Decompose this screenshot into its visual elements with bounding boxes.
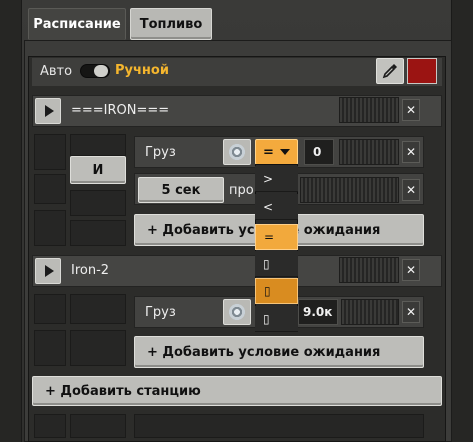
- condition-status-bar: [341, 299, 399, 325]
- dropdown-option-less-equal[interactable]: ▯: [255, 278, 298, 304]
- add-station-button[interactable]: + Добавить станцию: [32, 376, 442, 406]
- condition-status-bar: [300, 177, 399, 203]
- left-edge: [0, 0, 22, 442]
- condition-type-label: Груз: [145, 145, 176, 160]
- slot: [70, 294, 126, 324]
- slot: [70, 414, 126, 438]
- slot: [34, 174, 66, 204]
- iron-plate-icon: [229, 144, 245, 160]
- slot: [70, 220, 126, 246]
- dropdown-option-less[interactable]: <: [255, 194, 298, 220]
- item-selector[interactable]: [223, 139, 251, 165]
- time-button[interactable]: 5 сек: [138, 177, 224, 203]
- chevron-down-icon: [279, 149, 290, 155]
- slot: [70, 330, 126, 366]
- add-wait-condition-button[interactable]: + Добавить условие ожидания: [134, 336, 424, 368]
- slot: [70, 134, 126, 156]
- delete-condition-button[interactable]: ✕: [402, 179, 420, 201]
- toggle-knob: [94, 65, 108, 77]
- go-to-station-button[interactable]: [35, 98, 61, 124]
- dropdown-option-greater[interactable]: >: [255, 166, 298, 192]
- condition-status-bar: [339, 139, 399, 165]
- comparator-value: =: [263, 144, 274, 160]
- station-name: ===IRON===: [71, 103, 170, 118]
- color-swatch-button[interactable]: [407, 58, 437, 84]
- station-status-bar: [339, 97, 399, 123]
- station-name: Iron-2: [71, 263, 110, 278]
- slot: [34, 330, 66, 366]
- tab-schedule[interactable]: Расписание: [28, 8, 126, 40]
- play-icon: [44, 105, 54, 117]
- iron-plate-icon: [229, 304, 245, 320]
- manual-label: Ручной: [115, 63, 169, 78]
- condition-description: про: [229, 183, 254, 198]
- dropdown-option-equal[interactable]: =: [255, 224, 298, 250]
- go-to-station-button[interactable]: [35, 258, 61, 284]
- pipette-icon: [382, 64, 397, 79]
- slot: [34, 294, 66, 324]
- delete-condition-button[interactable]: ✕: [402, 301, 420, 323]
- and-or-button[interactable]: И: [70, 156, 126, 184]
- dropdown-option-greater-equal[interactable]: ▯: [255, 251, 298, 277]
- dropdown-option-not-equal[interactable]: ▯: [255, 306, 298, 332]
- scrollbar[interactable]: [451, 0, 473, 442]
- slot: [34, 134, 66, 170]
- delete-condition-button[interactable]: ✕: [402, 141, 420, 163]
- item-selector[interactable]: [223, 299, 251, 325]
- pipette-button[interactable]: [376, 58, 404, 84]
- slot: [70, 190, 126, 216]
- comparator-dropdown[interactable]: =: [255, 139, 298, 165]
- slot: [34, 414, 66, 438]
- delete-station-button[interactable]: ✕: [402, 259, 420, 281]
- slot: [134, 414, 424, 438]
- tab-fuel[interactable]: Топливо: [130, 8, 212, 40]
- play-icon: [44, 265, 54, 277]
- slot: [34, 210, 66, 246]
- delete-station-button[interactable]: ✕: [402, 99, 420, 121]
- condition-type-label: Груз: [145, 305, 176, 320]
- amount-field[interactable]: 9.0к: [298, 299, 338, 325]
- station-status-bar: [339, 257, 399, 283]
- auto-manual-toggle[interactable]: [80, 64, 110, 78]
- auto-label: Авто: [40, 64, 73, 79]
- amount-field[interactable]: 0: [304, 139, 334, 165]
